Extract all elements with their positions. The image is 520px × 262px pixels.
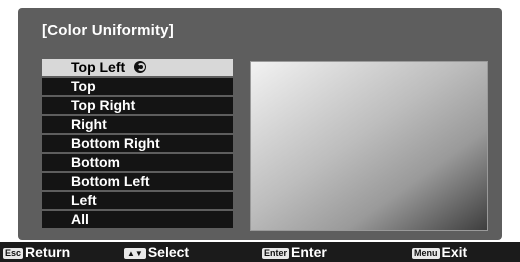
menu-item-label: Bottom Left bbox=[71, 173, 150, 189]
menu-item-label: Bottom bbox=[71, 154, 120, 170]
menu-item-bottom-right[interactable]: Bottom Right bbox=[42, 135, 233, 152]
hint-select-label: Select bbox=[147, 244, 190, 260]
check-circle-icon bbox=[134, 61, 147, 73]
hint-exit[interactable]: Menu Exit bbox=[412, 242, 467, 262]
menu-item-top-left[interactable]: Top Left bbox=[42, 59, 233, 76]
menu-item-all[interactable]: All bbox=[42, 211, 233, 228]
menu-item-label: Top Left bbox=[71, 59, 126, 75]
menu-item-bottom-left[interactable]: Bottom Left bbox=[42, 173, 233, 190]
hint-enter-label: Enter bbox=[291, 244, 327, 260]
position-menu: Top Left Top Top Right Right Bottom Righ… bbox=[42, 59, 233, 230]
color-uniformity-panel: [Color Uniformity] Top Left Top Top Righ… bbox=[18, 8, 502, 240]
menu-item-bottom[interactable]: Bottom bbox=[42, 154, 233, 171]
menu-item-top-right[interactable]: Top Right bbox=[42, 97, 233, 114]
menu-item-label: Left bbox=[71, 192, 97, 208]
menu-item-top[interactable]: Top bbox=[42, 78, 233, 95]
menu-item-label: Top bbox=[71, 78, 96, 94]
menu-item-label: Bottom Right bbox=[71, 135, 160, 151]
menu-item-label: Top Right bbox=[71, 97, 136, 113]
menu-item-label: Right bbox=[71, 116, 107, 132]
hint-enter[interactable]: Enter Enter bbox=[262, 242, 327, 262]
menu-item-right[interactable]: Right bbox=[42, 116, 233, 133]
hint-exit-label: Exit bbox=[441, 244, 468, 260]
menu-key-icon: Menu bbox=[412, 248, 440, 259]
up-down-arrows-icon: ▲▼ bbox=[124, 248, 146, 259]
hint-return-label: Return bbox=[25, 244, 71, 260]
hint-select[interactable]: ▲▼ Select bbox=[124, 242, 189, 262]
enter-key-icon: Enter bbox=[262, 248, 290, 259]
menu-item-label: All bbox=[71, 211, 89, 227]
hint-return[interactable]: Esc Return bbox=[3, 242, 70, 262]
panel-title: [Color Uniformity] bbox=[42, 22, 174, 39]
uniformity-preview bbox=[250, 61, 488, 231]
menu-item-left[interactable]: Left bbox=[42, 192, 233, 209]
esc-key-icon: Esc bbox=[3, 248, 24, 259]
footer-bar: Esc Return ▲▼ Select Enter Enter Menu Exit bbox=[0, 242, 520, 262]
